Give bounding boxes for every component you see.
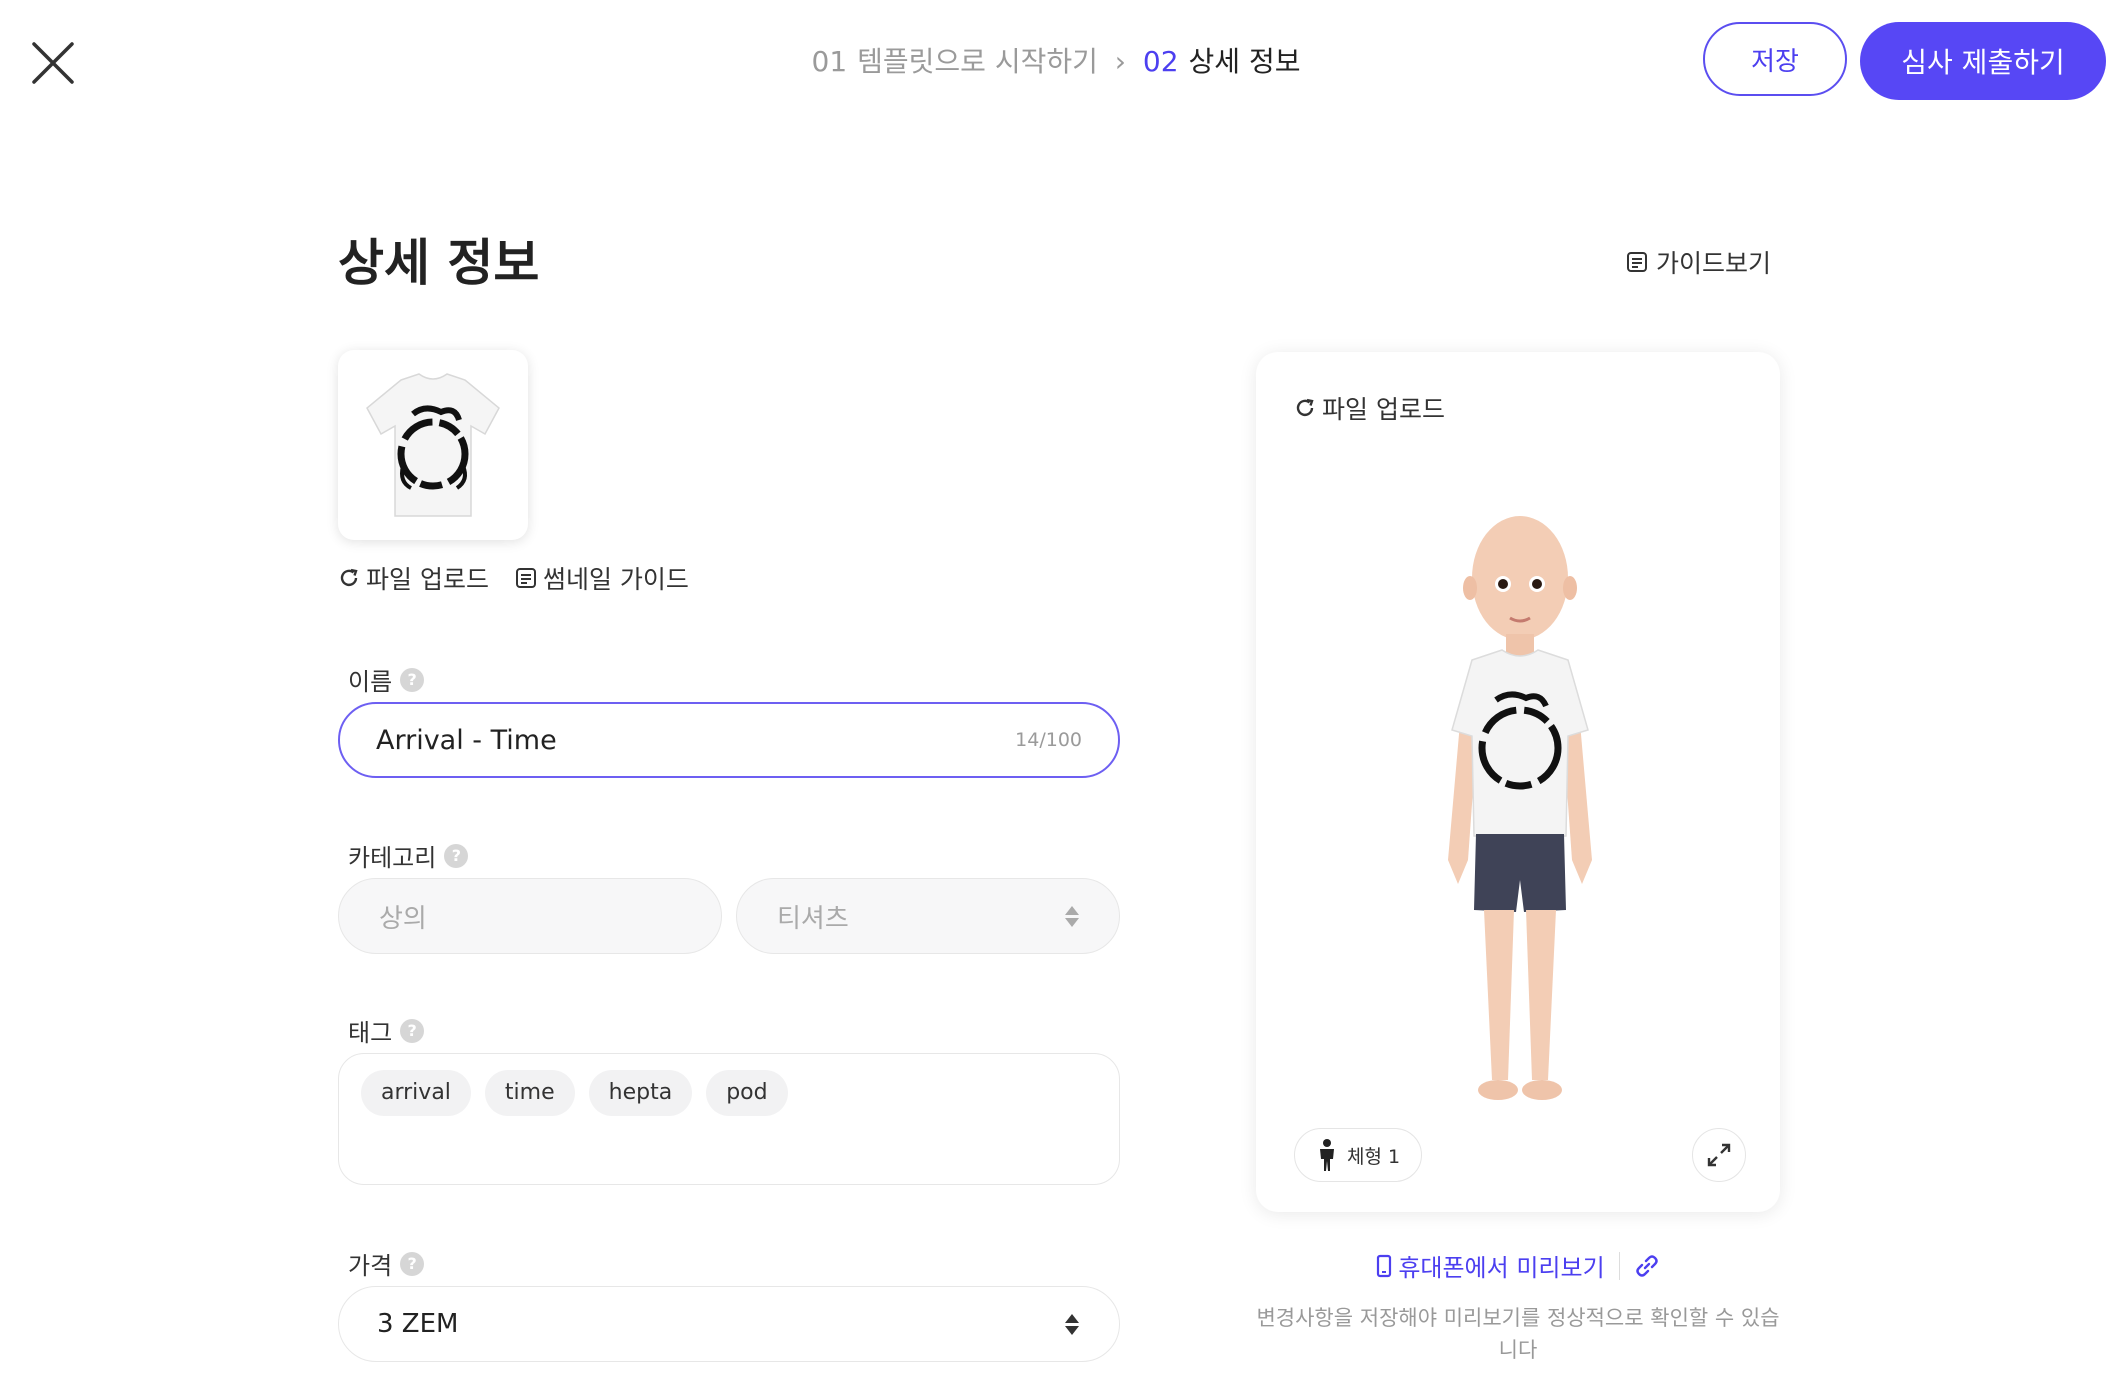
sort-arrows-icon bbox=[1065, 1313, 1079, 1335]
price-value: 3 ZEM bbox=[377, 1309, 459, 1339]
expand-icon bbox=[1707, 1143, 1731, 1167]
preview-note: 변경사항을 저장해야 미리보기를 정상적으로 확인할 수 있습니다 bbox=[1256, 1306, 1780, 1362]
tags-input[interactable]: arrival time hepta pod bbox=[338, 1053, 1120, 1185]
tag-chip[interactable]: time bbox=[484, 1070, 575, 1116]
category-field-label: 카테고리 ? bbox=[348, 838, 469, 873]
step-2-number: 02 bbox=[1142, 45, 1179, 78]
name-char-count: 14/100 bbox=[1015, 729, 1082, 751]
help-icon[interactable]: ? bbox=[444, 843, 469, 868]
name-input[interactable]: Arrival - Time 14/100 bbox=[338, 702, 1120, 778]
help-icon[interactable]: ? bbox=[400, 1251, 425, 1276]
sort-arrows-icon bbox=[1065, 905, 1079, 927]
thumbnail-upload-label: 파일 업로드 bbox=[366, 565, 489, 594]
body-type-button[interactable]: 체형 1 bbox=[1294, 1128, 1422, 1182]
document-icon bbox=[515, 568, 536, 588]
tags-label-text: 태그 bbox=[348, 1019, 393, 1047]
mobile-preview-row: 휴대폰에서 미리보기 bbox=[1256, 1248, 1780, 1283]
step-1-label[interactable]: 템플릿으로 시작하기 bbox=[857, 45, 1098, 78]
thumbnail-image bbox=[338, 350, 528, 540]
help-icon[interactable]: ? bbox=[400, 1018, 425, 1043]
guide-link-label: 가이드보기 bbox=[1656, 249, 1772, 278]
submit-review-button[interactable]: 심사 제출하기 bbox=[1860, 22, 2106, 100]
guide-link[interactable]: 가이드보기 bbox=[1626, 244, 1771, 280]
copy-link-button[interactable] bbox=[1634, 1253, 1660, 1279]
price-field-label: 가격 ? bbox=[348, 1246, 425, 1281]
mobile-preview-label: 휴대폰에서 미리보기 bbox=[1398, 1254, 1605, 1282]
preview-upload-button[interactable]: 파일 업로드 bbox=[1294, 390, 1445, 426]
name-label-text: 이름 bbox=[348, 668, 393, 696]
thumbnail-upload-button[interactable]: 파일 업로드 bbox=[338, 560, 489, 596]
avatar-3d-model bbox=[1448, 516, 1592, 1100]
preview-upload-label: 파일 업로드 bbox=[1322, 395, 1445, 424]
thumbnail-guide-label: 썸네일 가이드 bbox=[542, 565, 689, 594]
step-1-number: 01 bbox=[811, 45, 848, 78]
price-label-text: 가격 bbox=[348, 1252, 393, 1280]
document-icon bbox=[1627, 252, 1647, 272]
fullscreen-button[interactable] bbox=[1692, 1128, 1746, 1182]
help-icon[interactable]: ? bbox=[400, 667, 425, 692]
tag-chip[interactable]: pod bbox=[706, 1070, 788, 1116]
price-select[interactable]: 3 ZEM bbox=[338, 1286, 1120, 1362]
refresh-icon bbox=[340, 568, 358, 587]
tshirt-thumbnail bbox=[366, 373, 500, 517]
thumbnail-guide-button[interactable]: 썸네일 가이드 bbox=[515, 560, 689, 596]
mobile-preview-button[interactable]: 휴대폰에서 미리보기 bbox=[1376, 1248, 1605, 1283]
save-button[interactable]: 저장 bbox=[1703, 22, 1847, 96]
category-secondary-value: 티셔츠 bbox=[777, 903, 849, 934]
category-secondary-select[interactable]: 티셔츠 bbox=[736, 878, 1120, 954]
thumbnail-actions: 파일 업로드 썸네일 가이드 bbox=[338, 560, 689, 596]
category-primary-select[interactable]: 상의 bbox=[338, 878, 722, 954]
refresh-icon bbox=[1296, 398, 1314, 417]
tag-chip[interactable]: arrival bbox=[361, 1070, 471, 1116]
name-field-label: 이름 ? bbox=[348, 662, 425, 697]
tag-chip[interactable]: hepta bbox=[588, 1070, 693, 1116]
category-label-text: 카테고리 bbox=[348, 844, 437, 872]
step-2-label: 상세 정보 bbox=[1188, 45, 1301, 78]
body-type-label: 체형 1 bbox=[1347, 1145, 1401, 1168]
person-icon bbox=[1320, 1139, 1334, 1171]
category-primary-value: 상의 bbox=[379, 903, 427, 934]
chevron-right-icon: › bbox=[1114, 45, 1126, 78]
divider bbox=[1618, 1251, 1620, 1280]
page-title: 상세 정보 bbox=[338, 234, 540, 292]
tags-field-label: 태그 ? bbox=[348, 1013, 425, 1048]
smartphone-icon bbox=[1377, 1254, 1392, 1277]
name-input-value: Arrival - Time bbox=[376, 724, 557, 756]
link-icon bbox=[1635, 1254, 1658, 1277]
